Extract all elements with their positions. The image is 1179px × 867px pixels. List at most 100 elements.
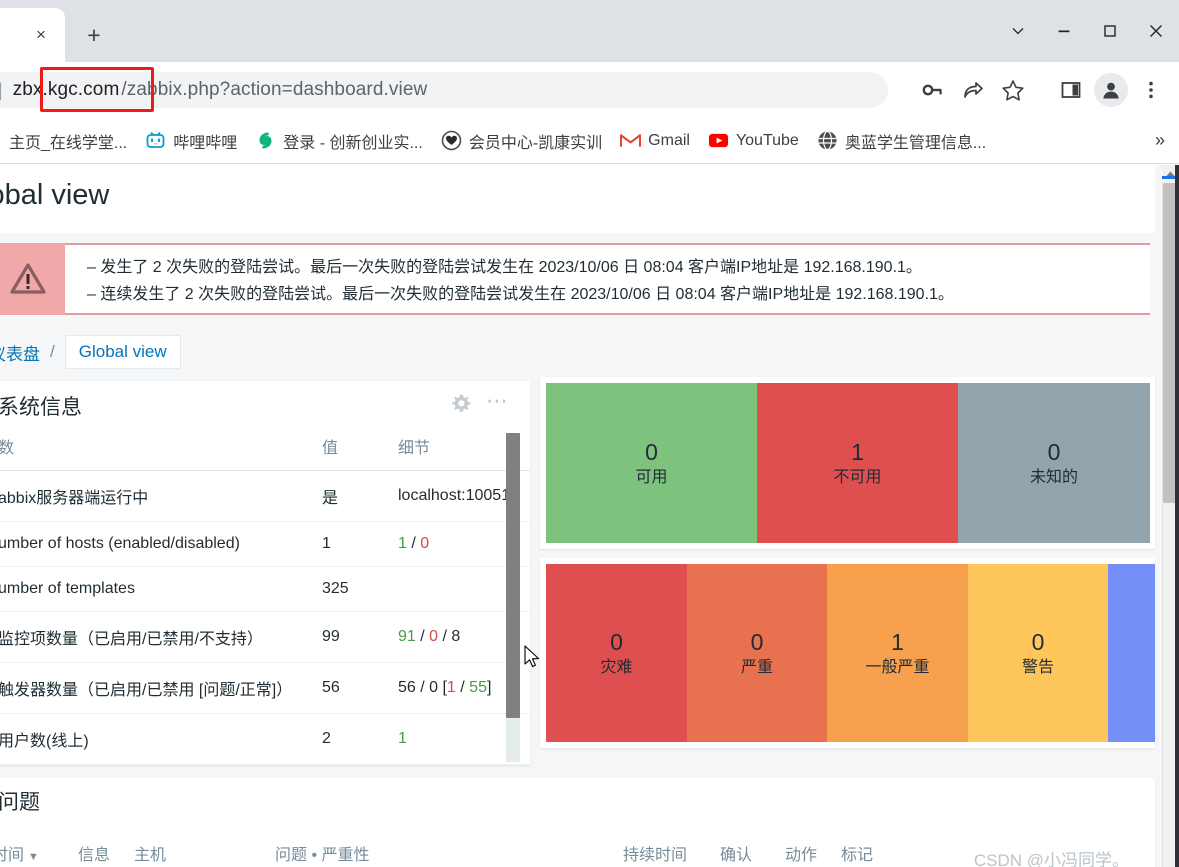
profile-avatar-icon[interactable]: [1094, 73, 1128, 107]
row-value: 56: [314, 662, 390, 714]
host-tile-available[interactable]: 0 可用: [546, 383, 757, 543]
system-information-body: abbix服务器端运行中 是 localhost:10051 umber of …: [0, 470, 530, 816]
maximize-icon[interactable]: [1087, 9, 1133, 53]
tile-count: 0: [610, 629, 623, 655]
host-tile-unknown[interactable]: 0 未知的: [958, 383, 1150, 543]
severity-tile-warning[interactable]: 0 警告: [968, 564, 1108, 742]
tile-count: 1: [891, 629, 904, 655]
bookmark-item[interactable]: 会员中心-凯康实训: [432, 125, 611, 157]
host-availability-widget: 0 可用 1 不可用 0 未知的: [540, 377, 1155, 549]
widget-scrollbar-lower-track[interactable]: [506, 718, 520, 762]
severity-tile-information[interactable]: [1108, 564, 1155, 742]
bookmark-item[interactable]: 主页_在线学堂...: [0, 125, 136, 157]
column-header-parameter[interactable]: 数: [0, 426, 314, 471]
tile-label: 不可用: [833, 469, 882, 486]
column-header-host[interactable]: 主机: [134, 841, 166, 865]
bookmark-item[interactable]: Gmail: [611, 125, 699, 157]
tile-label: 严重: [740, 659, 773, 676]
table-row: umber of hosts (enabled/disabled) 1 1 / …: [0, 521, 530, 567]
column-header-tags[interactable]: 标记: [841, 841, 873, 865]
severity-tile-high[interactable]: 0 严重: [687, 564, 827, 742]
gear-icon[interactable]: [450, 393, 472, 415]
detail-part: 56 / 0 [: [398, 679, 447, 696]
bookmarks-overflow-icon[interactable]: »: [1155, 130, 1179, 151]
column-header-duration[interactable]: 持续时间: [623, 841, 687, 865]
side-panel-icon[interactable]: [1051, 70, 1091, 110]
row-value: 2: [314, 713, 390, 765]
close-icon[interactable]: [1133, 9, 1179, 53]
tile-label: 警告: [1021, 659, 1054, 676]
bookmark-item[interactable]: 哔哩哔哩: [136, 125, 246, 157]
detail-part: ]: [486, 679, 492, 696]
tab-close-icon[interactable]: ×: [30, 24, 52, 46]
minimize-icon[interactable]: [1041, 9, 1087, 53]
severity-tile-disaster[interactable]: 0 灾难: [546, 564, 687, 742]
bookmark-star-icon[interactable]: [993, 70, 1033, 110]
share-icon[interactable]: [953, 70, 993, 110]
detail-part: 8: [451, 628, 461, 645]
detail-part: /: [438, 628, 452, 645]
table-row: abbix服务器端运行中 是 localhost:10051: [0, 470, 530, 522]
omnibox-actions: [913, 62, 1179, 118]
globe-icon: [817, 130, 838, 151]
url-text: zbx.kgc.com/zabbix.php?action=dashboard.…: [11, 78, 428, 102]
bookmark-label: Gmail: [648, 131, 690, 149]
host-tile-unavailable[interactable]: 1 不可用: [757, 383, 958, 543]
new-tab-button[interactable]: +: [80, 22, 108, 50]
detail-part: 0: [429, 628, 439, 645]
mouse-cursor: [524, 645, 544, 671]
column-header-ack[interactable]: 确认: [720, 841, 752, 865]
warning-triangle-icon: [0, 243, 65, 315]
tab-strip: × +: [0, 0, 1179, 62]
column-header-value[interactable]: 值: [314, 426, 390, 471]
bookmarks-bar: 主页_在线学堂... 哔哩哔哩 登录 - 创新创业实... 会员中心-凯康实训 …: [0, 118, 1179, 164]
row-parameter: umber of templates: [0, 566, 314, 612]
bookmark-label: YouTube: [735, 131, 799, 149]
heart-badge-icon: [441, 130, 462, 151]
bookmark-item[interactable]: 奥蓝学生管理信息...: [808, 125, 995, 157]
system-information-table: 数 值 细节 abbix服务器端运行中 是 localhost:10051 um…: [0, 426, 530, 816]
detail-part: 1: [398, 535, 407, 552]
tile-count: 0: [1047, 439, 1061, 465]
more-menu-icon[interactable]: [1131, 70, 1171, 110]
detail-part: /: [406, 535, 421, 552]
table-row: 触发器数量（已启用/已禁用 [问题/正常]） 56 56 / 0 [1 / 55…: [0, 662, 530, 714]
password-key-icon[interactable]: [913, 70, 953, 110]
chevron-down-icon[interactable]: [995, 9, 1041, 53]
breadcrumb-parent-link[interactable]: 加仪表盘: [0, 340, 40, 365]
widget-scrollbar-thumb[interactable]: [506, 433, 520, 718]
page-header: lobal view: [0, 165, 1155, 233]
bookmark-item[interactable]: YouTube: [699, 125, 808, 157]
breadcrumb-current-tab[interactable]: Global view: [64, 335, 181, 369]
severity-tile-average[interactable]: 1 一般严重: [827, 564, 968, 742]
column-header-time[interactable]: 时间 ▼: [0, 841, 39, 865]
alert-messages: – 发生了 2 次失败的登陆尝试。最后一次失败的登陆尝试发生在 2023/10/…: [65, 243, 1150, 315]
column-header-actions[interactable]: 动作: [785, 841, 817, 865]
youtube-icon: [708, 130, 729, 151]
ellipsis-icon[interactable]: ⋯: [483, 390, 513, 413]
page-title: lobal view: [0, 179, 110, 211]
column-header-info[interactable]: 信息: [78, 841, 110, 865]
sort-descending-icon: ▼: [28, 851, 39, 863]
address-bar[interactable]: 全 | zbx.kgc.com/zabbix.php?action=dashbo…: [0, 72, 888, 108]
detail-part: 1: [398, 730, 407, 747]
bookmark-label: 会员中心-凯康实训: [468, 134, 603, 152]
bookmark-label: 登录 - 创新创业实...: [283, 134, 423, 152]
bookmark-label: 哔哩哔哩: [173, 134, 238, 152]
window-edge: [1175, 165, 1179, 867]
system-information-widget: 系统信息 ⋯ 数 值 细节 abbix服务器端运行中 是 localhost:1…: [0, 381, 530, 816]
tile-label: 一般严重: [865, 659, 930, 676]
column-header-problem-severity[interactable]: 问题 • 严重性: [275, 841, 370, 865]
bookmark-item[interactable]: 登录 - 创新创业实...: [246, 125, 432, 157]
browser-window: × + 全 | zbx.kgc.com/zabbix.php?action=da…: [0, 0, 1179, 867]
detail-part: 0: [420, 535, 430, 552]
alert-banner: – 发生了 2 次失败的登陆尝试。最后一次失败的登陆尝试发生在 2023/10/…: [0, 243, 1150, 315]
tile-count: 1: [851, 439, 864, 465]
detail-part: 1: [446, 679, 456, 696]
row-value: 325: [314, 566, 390, 612]
tile-label: 未知的: [1029, 469, 1078, 486]
row-parameter: 触发器数量（已启用/已禁用 [问题/正常]）: [0, 662, 314, 714]
breadcrumb-separator: /: [50, 342, 55, 361]
breadcrumb: 加仪表盘 / Global view: [0, 335, 181, 369]
tile-count: 0: [1031, 629, 1045, 655]
